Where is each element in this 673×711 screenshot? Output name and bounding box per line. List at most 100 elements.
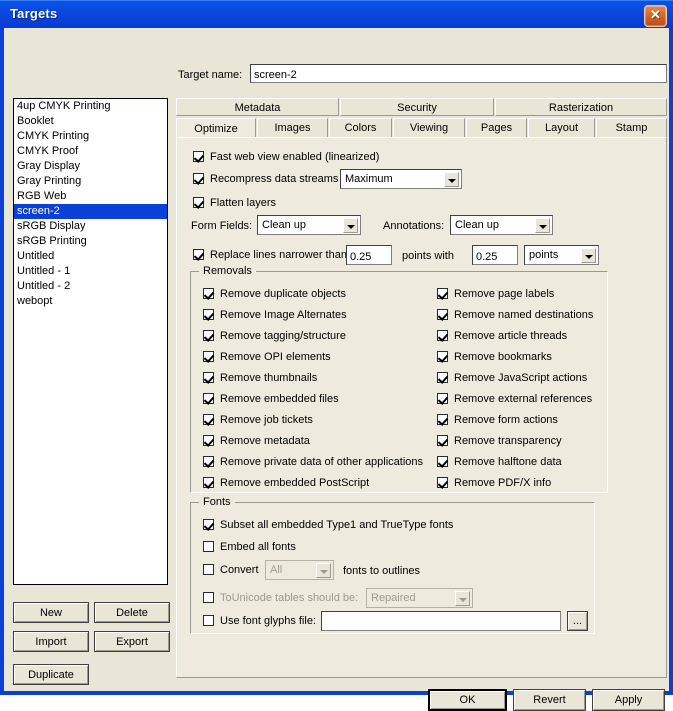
font-glyphs-file-row[interactable]: Use font glyphs file: [203,615,316,627]
removal-checkbox-row[interactable]: Remove halftone data [437,456,562,468]
flatten-layers-row[interactable]: Flatten layers [193,197,276,209]
subset-fonts-row[interactable]: Subset all embedded Type1 and TrueType f… [203,519,453,531]
export-button[interactable]: Export [94,631,170,652]
convert-fonts-row[interactable]: Convert [203,564,259,576]
recompress-checkbox[interactable] [193,173,204,184]
remove-external-references-checkbox[interactable] [437,393,448,404]
tounicode-mode-select[interactable]: Repaired [366,588,473,608]
remove-private-data-checkbox[interactable] [203,456,214,467]
removal-checkbox-row[interactable]: Remove named destinations [437,309,593,321]
removal-checkbox-row[interactable]: Remove job tickets [203,414,313,426]
remove-transparency-checkbox[interactable] [437,435,448,446]
form-fields-select[interactable]: Clean up [257,215,361,235]
tab-stamp[interactable]: Stamp [596,118,667,138]
remove-page-labels-checkbox[interactable] [437,288,448,299]
remove-halftone-data-checkbox[interactable] [437,456,448,467]
ok-button[interactable]: OK [428,689,507,711]
remove-image-alternates-checkbox[interactable] [203,309,214,320]
replace-lines-checkbox[interactable] [193,249,204,260]
subset-fonts-checkbox[interactable] [203,519,214,530]
remove-thumbnails-checkbox[interactable] [203,372,214,383]
removal-checkbox-row[interactable]: Remove embedded files [203,393,339,405]
removal-checkbox-row[interactable]: Remove Image Alternates [203,309,347,321]
remove-embedded-postscript-checkbox[interactable] [203,477,214,488]
remove-named-destinations-checkbox[interactable] [437,309,448,320]
delete-button[interactable]: Delete [94,602,170,623]
remove-javascript-actions-checkbox[interactable] [437,372,448,383]
chevron-down-icon[interactable] [455,591,470,606]
remove-tagging-structure-checkbox[interactable] [203,330,214,341]
ellipsis-icon[interactable]: ... [567,611,588,631]
list-item[interactable]: Gray Printing [14,174,167,189]
removal-checkbox-row[interactable]: Remove tagging/structure [203,330,346,342]
replace-lines-units-select[interactable]: points [524,245,599,265]
remove-form-actions-checkbox[interactable] [437,414,448,425]
tounicode-checkbox[interactable] [203,592,214,603]
removal-checkbox-row[interactable]: Remove JavaScript actions [437,372,587,384]
remove-bookmarks-checkbox[interactable] [437,351,448,362]
removal-checkbox-row[interactable]: Remove page labels [437,288,554,300]
removal-checkbox-row[interactable]: Remove transparency [437,435,562,447]
list-item[interactable]: 4up CMYK Printing [14,99,167,114]
tab-pages[interactable]: Pages [466,118,527,138]
targets-listbox[interactable]: 4up CMYK Printing Booklet CMYK Printing … [13,98,168,585]
remove-embedded-files-checkbox[interactable] [203,393,214,404]
removal-checkbox-row[interactable]: Remove bookmarks [437,351,552,363]
duplicate-button[interactable]: Duplicate [13,664,89,685]
chevron-down-icon[interactable] [316,563,331,578]
new-button[interactable]: New [13,602,89,623]
remove-article-threads-checkbox[interactable] [437,330,448,341]
font-glyphs-file-input[interactable] [321,611,561,631]
chevron-down-icon[interactable] [444,172,459,187]
fast-web-view-checkbox[interactable] [193,151,204,162]
tab-metadata[interactable]: Metadata [176,98,339,116]
chevron-down-icon[interactable] [343,218,358,233]
remove-metadata-checkbox[interactable] [203,435,214,446]
list-item[interactable]: sRGB Display [14,219,167,234]
convert-fonts-checkbox[interactable] [203,564,214,575]
list-item[interactable]: webopt [14,294,167,309]
remove-duplicate-objects-checkbox[interactable] [203,288,214,299]
tounicode-row[interactable]: ToUnicode tables should be: [203,592,358,604]
removal-checkbox-row[interactable]: Remove thumbnails [203,372,317,384]
replace-lines-threshold-input[interactable] [346,245,392,265]
tab-security[interactable]: Security [340,98,494,116]
remove-pdfx-info-checkbox[interactable] [437,477,448,488]
tab-rasterization[interactable]: Rasterization [495,98,667,116]
removal-checkbox-row[interactable]: Remove OPI elements [203,351,331,363]
remove-job-tickets-checkbox[interactable] [203,414,214,425]
removal-checkbox-row[interactable]: Remove PDF/X info [437,477,551,489]
removal-checkbox-row[interactable]: Remove metadata [203,435,310,447]
embed-all-fonts-row[interactable]: Embed all fonts [203,541,296,553]
convert-fonts-scope-select[interactable]: All [265,560,334,580]
list-item[interactable]: Untitled - 2 [14,279,167,294]
tab-viewing[interactable]: Viewing [393,118,465,138]
removal-checkbox-row[interactable]: Remove external references [437,393,592,405]
list-item[interactable]: Untitled [14,249,167,264]
list-item[interactable]: RGB Web [14,189,167,204]
recompress-row[interactable]: Recompress data streams [193,173,338,185]
tab-images[interactable]: Images [257,118,328,138]
removal-checkbox-row[interactable]: Remove embedded PostScript [203,477,369,489]
flatten-layers-checkbox[interactable] [193,197,204,208]
tab-optimize[interactable]: Optimize [176,118,256,139]
replace-lines-replacement-input[interactable] [472,245,518,265]
annotations-select[interactable]: Clean up [450,215,553,235]
chevron-down-icon[interactable] [581,248,596,263]
list-item[interactable]: Booklet [14,114,167,129]
list-item[interactable]: Untitled - 1 [14,264,167,279]
tab-colors[interactable]: Colors [329,118,392,138]
chevron-down-icon[interactable] [535,218,550,233]
fast-web-view-row[interactable]: Fast web view enabled (linearized) [193,151,379,163]
font-glyphs-file-checkbox[interactable] [203,615,214,626]
recompress-level-select[interactable]: Maximum [340,169,462,189]
list-item[interactable]: CMYK Printing [14,129,167,144]
target-name-input[interactable] [250,64,667,83]
list-item[interactable]: CMYK Proof [14,144,167,159]
removal-checkbox-row[interactable]: Remove duplicate objects [203,288,346,300]
list-item[interactable]: Gray Display [14,159,167,174]
embed-all-fonts-checkbox[interactable] [203,541,214,552]
removal-checkbox-row[interactable]: Remove form actions [437,414,558,426]
revert-button[interactable]: Revert [513,689,586,711]
replace-lines-row[interactable]: Replace lines narrower than [193,249,347,261]
